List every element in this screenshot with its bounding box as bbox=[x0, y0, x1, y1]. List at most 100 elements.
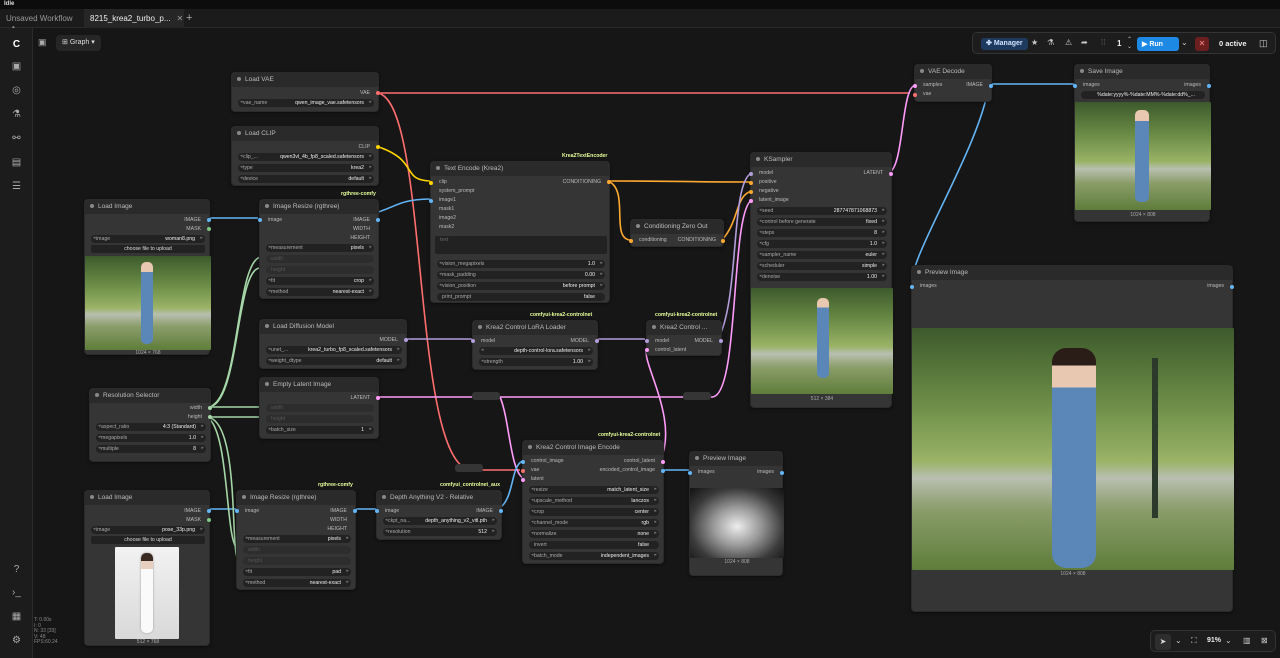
node-ksampler[interactable]: KSampler model positive negative latent_… bbox=[749, 152, 893, 408]
output-slot[interactable] bbox=[1207, 84, 1211, 88]
output-slot[interactable] bbox=[376, 145, 380, 149]
input-slot[interactable] bbox=[749, 172, 753, 176]
input-slot[interactable] bbox=[471, 339, 475, 343]
output-slot[interactable] bbox=[1230, 285, 1234, 289]
widget-cfg[interactable]: ◂ cfg 1.0 ▸ bbox=[757, 240, 887, 248]
widget-seed[interactable]: ◂ seed 287747871068873 ▸ bbox=[757, 207, 887, 215]
output-slot[interactable] bbox=[661, 460, 665, 464]
widget-vision-position[interactable]: ◂ vision_position before prompt ▸ bbox=[437, 282, 605, 290]
upload-button[interactable]: choose file to upload bbox=[91, 245, 205, 253]
widget-filename-prefix[interactable]: %date:yyyy%-%date:MM%-%date:dd%_... bbox=[1081, 91, 1205, 99]
node-empty-latent-image[interactable]: Empty Latent Image LATENT width height ◂… bbox=[259, 377, 380, 439]
fit-view-icon[interactable]: ⛶ bbox=[1191, 636, 1197, 646]
drag-handle-icon[interactable]: ⁞⁞ bbox=[1101, 38, 1105, 47]
stepper-icon[interactable]: ⌃ ⌄ bbox=[1127, 36, 1132, 50]
widget-crop[interactable]: ◂ crop center ▸ bbox=[529, 508, 659, 516]
link-visibility-icon[interactable]: ⊠ bbox=[1261, 636, 1268, 645]
input-slot[interactable] bbox=[521, 460, 525, 464]
share-icon[interactable]: ➦ bbox=[1081, 38, 1088, 47]
output-slot[interactable] bbox=[780, 471, 784, 475]
input-slot[interactable] bbox=[521, 469, 525, 473]
widget-image-select[interactable]: ◂ image woman8.png ▸ bbox=[91, 235, 205, 243]
widget-control-before-generate[interactable]: ◂ control before generate fixed ▸ bbox=[757, 218, 887, 226]
warning-icon[interactable]: ⚠ bbox=[1065, 38, 1072, 47]
node-load-image-2[interactable]: Load Image IMAGE MASK ◂ image pose_33p.png… bbox=[84, 490, 211, 646]
input-slot[interactable] bbox=[258, 218, 262, 222]
output-slot[interactable] bbox=[595, 339, 599, 343]
output-slot[interactable] bbox=[353, 509, 357, 513]
manager-button[interactable]: ✤ Manager bbox=[981, 38, 1028, 50]
node-preview-image-depth[interactable]: Preview Image images images 1024 × 808 bbox=[688, 451, 784, 576]
tool-chevron-icon[interactable]: ⌄ bbox=[1175, 636, 1182, 645]
widget-fit[interactable]: ◂ fit crop ▸ bbox=[266, 277, 374, 285]
flask-icon[interactable]: ⚗ bbox=[1047, 38, 1054, 47]
widget-mask-padding[interactable]: ◂ mask_padding 0.00 ▸ bbox=[437, 271, 605, 279]
cancel-button[interactable]: ✕ bbox=[1195, 37, 1209, 51]
node-vae-decode[interactable]: VAE Decode samples vae IMAGE bbox=[913, 64, 993, 102]
node-load-diffusion-model[interactable]: Load Diffusion Model MODEL ◂ unet_... krea… bbox=[259, 319, 408, 369]
widget-type[interactable]: ◂ type krea2 ▸ bbox=[238, 164, 374, 172]
widget-strength[interactable]: ◂ strength 1.00 ▸ bbox=[479, 358, 593, 366]
star-icon[interactable]: ★ bbox=[1031, 38, 1038, 47]
node-resolution-selector[interactable]: Resolution Selector width height ◂ aspect… bbox=[89, 388, 212, 462]
node-krea2-control[interactable]: Krea2 Control ... model control_latent M… bbox=[645, 320, 723, 356]
input-slot[interactable] bbox=[375, 509, 379, 513]
widget-unet-name[interactable]: ◂ unet_... krea2_turbo_fp8_scaled.safetens… bbox=[266, 346, 402, 354]
widget-aspect-ratio[interactable]: ◂ aspect_ratio 4:3 (Standard) ▸ bbox=[96, 423, 206, 431]
node-preview-image-main[interactable]: Preview Image images images 1024 × 808 bbox=[910, 265, 1234, 612]
output-slot[interactable] bbox=[719, 339, 723, 343]
zoom-level[interactable]: 91% bbox=[1207, 637, 1221, 644]
node-load-image-1[interactable]: Load Image IMAGE MASK ◂ image woman8.png ▸ … bbox=[84, 199, 211, 356]
node-text-encode[interactable]: Text Encode (Krea2) clip system_prompt i… bbox=[429, 161, 611, 303]
output-slot[interactable] bbox=[376, 91, 380, 95]
run-options-chevron-icon[interactable]: ⌄ bbox=[1181, 38, 1188, 47]
widget-batch-size[interactable]: ◂ batch_size 1 ▸ bbox=[266, 426, 374, 434]
widget-measurement[interactable]: ◂ measurement pixels ▸ bbox=[243, 535, 351, 543]
widget-height[interactable]: height bbox=[266, 415, 374, 423]
output-slot[interactable] bbox=[376, 218, 380, 222]
widget-measurement[interactable]: ◂ measurement pixels ▸ bbox=[266, 244, 374, 252]
widget-method[interactable]: ◂ method nearest-exact ▸ bbox=[266, 288, 374, 296]
input-slot[interactable] bbox=[429, 199, 433, 203]
widget-method[interactable]: ◂ method nearest-exact ▸ bbox=[243, 579, 351, 587]
node-image-resize-1[interactable]: Image Resize (rgthree) image IMAGE WIDTH… bbox=[258, 199, 380, 299]
input-slot[interactable] bbox=[688, 471, 692, 475]
widget-batch-mode[interactable]: ◂ batch_mode independent_images ▸ bbox=[529, 552, 659, 560]
output-slot[interactable] bbox=[208, 406, 212, 410]
input-slot[interactable] bbox=[521, 478, 525, 482]
output-slot[interactable] bbox=[499, 509, 503, 513]
output-slot[interactable] bbox=[207, 518, 211, 522]
input-slot[interactable] bbox=[629, 239, 633, 243]
widget-ckpt-name[interactable]: ◂ ckpt_na... depth_anything_v2_vitl.pth ▸ bbox=[383, 517, 497, 525]
output-slot[interactable] bbox=[889, 172, 893, 176]
output-slot[interactable] bbox=[721, 239, 725, 243]
widget-width[interactable]: width bbox=[266, 255, 374, 263]
output-slot[interactable] bbox=[207, 218, 211, 222]
output-slot[interactable] bbox=[607, 180, 611, 184]
reroute-node[interactable] bbox=[683, 392, 711, 400]
output-slot[interactable] bbox=[207, 509, 211, 513]
widget-channel-mode[interactable]: ◂ channel_mode rgb ▸ bbox=[529, 519, 659, 527]
node-load-clip[interactable]: Load CLIP CLIP ◂ clip_... qwen3vl_4b_fp8_s… bbox=[231, 126, 380, 186]
input-slot[interactable] bbox=[913, 84, 917, 88]
input-slot[interactable] bbox=[749, 181, 753, 185]
widget-multiple[interactable]: ◂ multiple 8 ▸ bbox=[96, 445, 206, 453]
widget-steps[interactable]: ◂ steps 8 ▸ bbox=[757, 229, 887, 237]
node-image-resize-2[interactable]: Image Resize (rgthree) image IMAGE WIDTH… bbox=[235, 490, 357, 590]
node-title[interactable]: Load VAE bbox=[232, 73, 378, 87]
widget-clip-name[interactable]: ◂ clip_... qwen3vl_4b_fp8_scaled.safetenso… bbox=[238, 153, 374, 161]
output-slot[interactable] bbox=[376, 396, 380, 400]
widget-device[interactable]: ◂ device default ▸ bbox=[238, 175, 374, 183]
widget-image-select[interactable]: ◂ image pose_33p.png ▸ bbox=[91, 526, 205, 534]
input-slot[interactable] bbox=[645, 348, 649, 352]
node-krea2-control-lora-loader[interactable]: Krea2 Control LoRA Loader model MODEL ◂ d… bbox=[471, 320, 599, 370]
upload-button[interactable]: choose file to upload bbox=[91, 536, 205, 544]
widget-height[interactable]: height bbox=[243, 557, 351, 565]
node-krea2-control-image-encode[interactable]: Krea2 Control Image Encode control_image… bbox=[521, 440, 665, 564]
widget-width[interactable]: width bbox=[243, 546, 351, 554]
output-slot[interactable] bbox=[989, 84, 993, 88]
input-slot[interactable] bbox=[429, 181, 433, 185]
queue-count[interactable]: 1 bbox=[1117, 39, 1121, 48]
output-slot[interactable] bbox=[208, 415, 212, 419]
widget-lora-name[interactable]: ◂ depth-control-lora.safetensors ▸ bbox=[479, 347, 593, 355]
